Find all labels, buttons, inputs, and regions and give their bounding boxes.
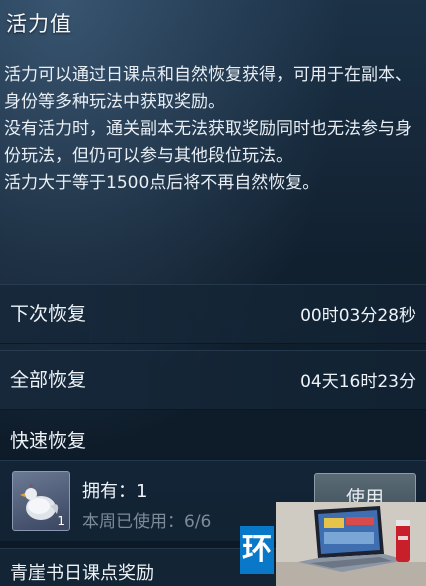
next-recovery-label: 下次恢复 [10,303,87,325]
vitality-description: 活力可以通过日课点和自然恢复获得，可用于在副本、身份等多种玩法中获取奖励。 没有… [4,62,416,197]
chicken-item-icon[interactable]: 1 [12,471,70,531]
daily-points-reward-label: 青崖书日课点奖励 [10,563,154,584]
description-line: 活力可以通过日课点和自然恢复获得，可用于在副本、身份等多种玩法中获取奖励。 [4,65,412,112]
full-recovery-row: 全部恢复 04天16时23分 [0,350,426,410]
description-line: 没有活力时，通关副本无法获取奖励同时也无法参与身份玩法，但仍可以参与其他段位玩法… [4,119,412,166]
ad-logo[interactable]: 环 [240,526,274,574]
panel-title: 活力值 [6,12,72,36]
full-recovery-value: 04天16时23分 [300,372,416,392]
laptop-image [276,502,426,586]
next-recovery-value: 00时03分28秒 [300,306,416,326]
weekly-used-count: 本周已使用：6/6 [82,512,212,532]
full-recovery-label: 全部恢复 [10,369,87,391]
ad-thumbnail[interactable] [276,502,426,586]
quick-recovery-heading: 快速恢复 [10,430,87,452]
description-line: 活力大于等于1500点后将不再自然恢复。 [4,173,320,193]
item-count: 1 [57,514,65,528]
vitality-panel: 活力值 活力可以通过日课点和自然恢复获得，可用于在副本、身份等多种玩法中获取奖励… [0,0,426,586]
next-recovery-row: 下次恢复 00时03分28秒 [0,284,426,344]
owned-count: 拥有：1 [82,481,148,502]
